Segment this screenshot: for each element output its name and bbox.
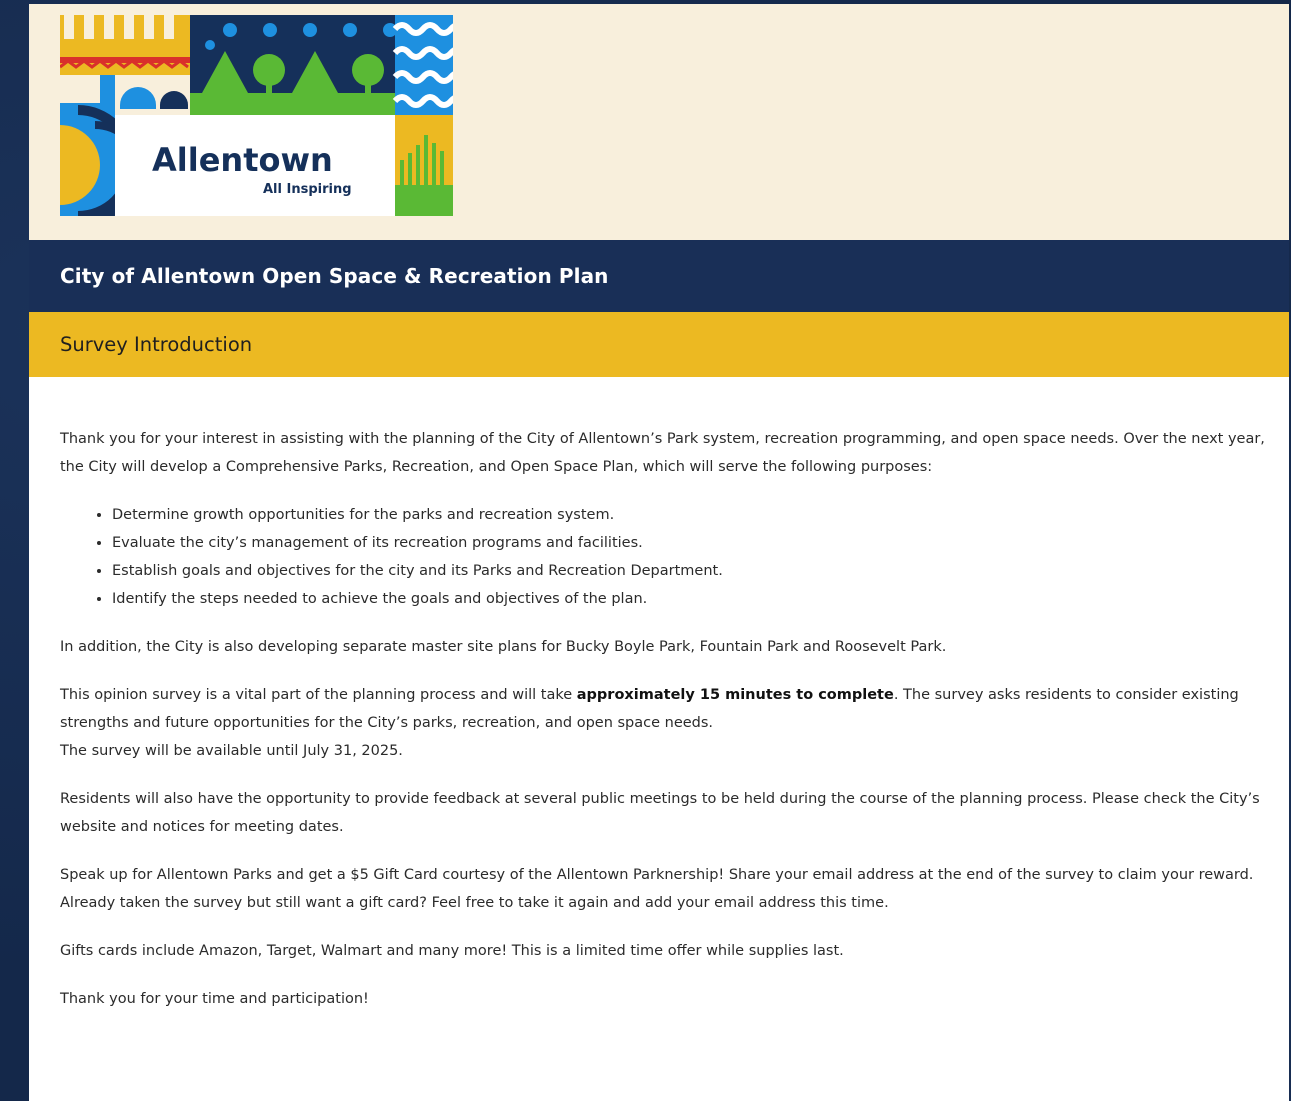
gift-card-paragraph: Speak up for Allentown Parks and get a $… <box>60 867 1254 911</box>
gift-card-brands-paragraph: Gifts cards include Amazon, Target, Walm… <box>60 943 844 959</box>
duration-emphasis: approximately 15 minutes to complete <box>576 687 894 703</box>
thank-you-paragraph: Thank you for your time and participatio… <box>60 991 369 1007</box>
survey-card: Allentown All Inspiring City of Allentow… <box>29 4 1289 1101</box>
availability-text: The survey will be available until July … <box>60 743 403 759</box>
list-item: Identify the steps needed to achieve the… <box>112 585 1265 613</box>
master-plans-paragraph: In addition, the City is also developing… <box>60 639 947 655</box>
survey-duration-paragraph: This opinion survey is a vital part of t… <box>60 681 1265 765</box>
svg-text:Allentown: Allentown <box>152 141 333 179</box>
survey-title-bar: City of Allentown Open Space & Recreatio… <box>29 240 1289 312</box>
list-item: Establish goals and objectives for the c… <box>112 557 1265 585</box>
section-header: Survey Introduction <box>29 312 1289 377</box>
survey-intro-body: Thank you for your interest in assisting… <box>29 377 1289 1013</box>
logo-banner: Allentown All Inspiring <box>29 4 1289 240</box>
list-item: Determine growth opportunities for the p… <box>112 501 1265 529</box>
section-title: Survey Introduction <box>60 333 253 356</box>
svg-text:All Inspiring: All Inspiring <box>263 182 352 197</box>
allentown-logo: Allentown All Inspiring <box>60 15 453 216</box>
survey-title: City of Allentown Open Space & Recreatio… <box>60 264 609 288</box>
list-item: Evaluate the city’s management of its re… <box>112 529 1265 557</box>
intro-paragraph: Thank you for your interest in assisting… <box>60 431 1265 475</box>
public-meetings-paragraph: Residents will also have the opportunity… <box>60 791 1260 835</box>
purposes-list: Determine growth opportunities for the p… <box>60 501 1265 613</box>
duration-text-before: This opinion survey is a vital part of t… <box>60 687 577 703</box>
